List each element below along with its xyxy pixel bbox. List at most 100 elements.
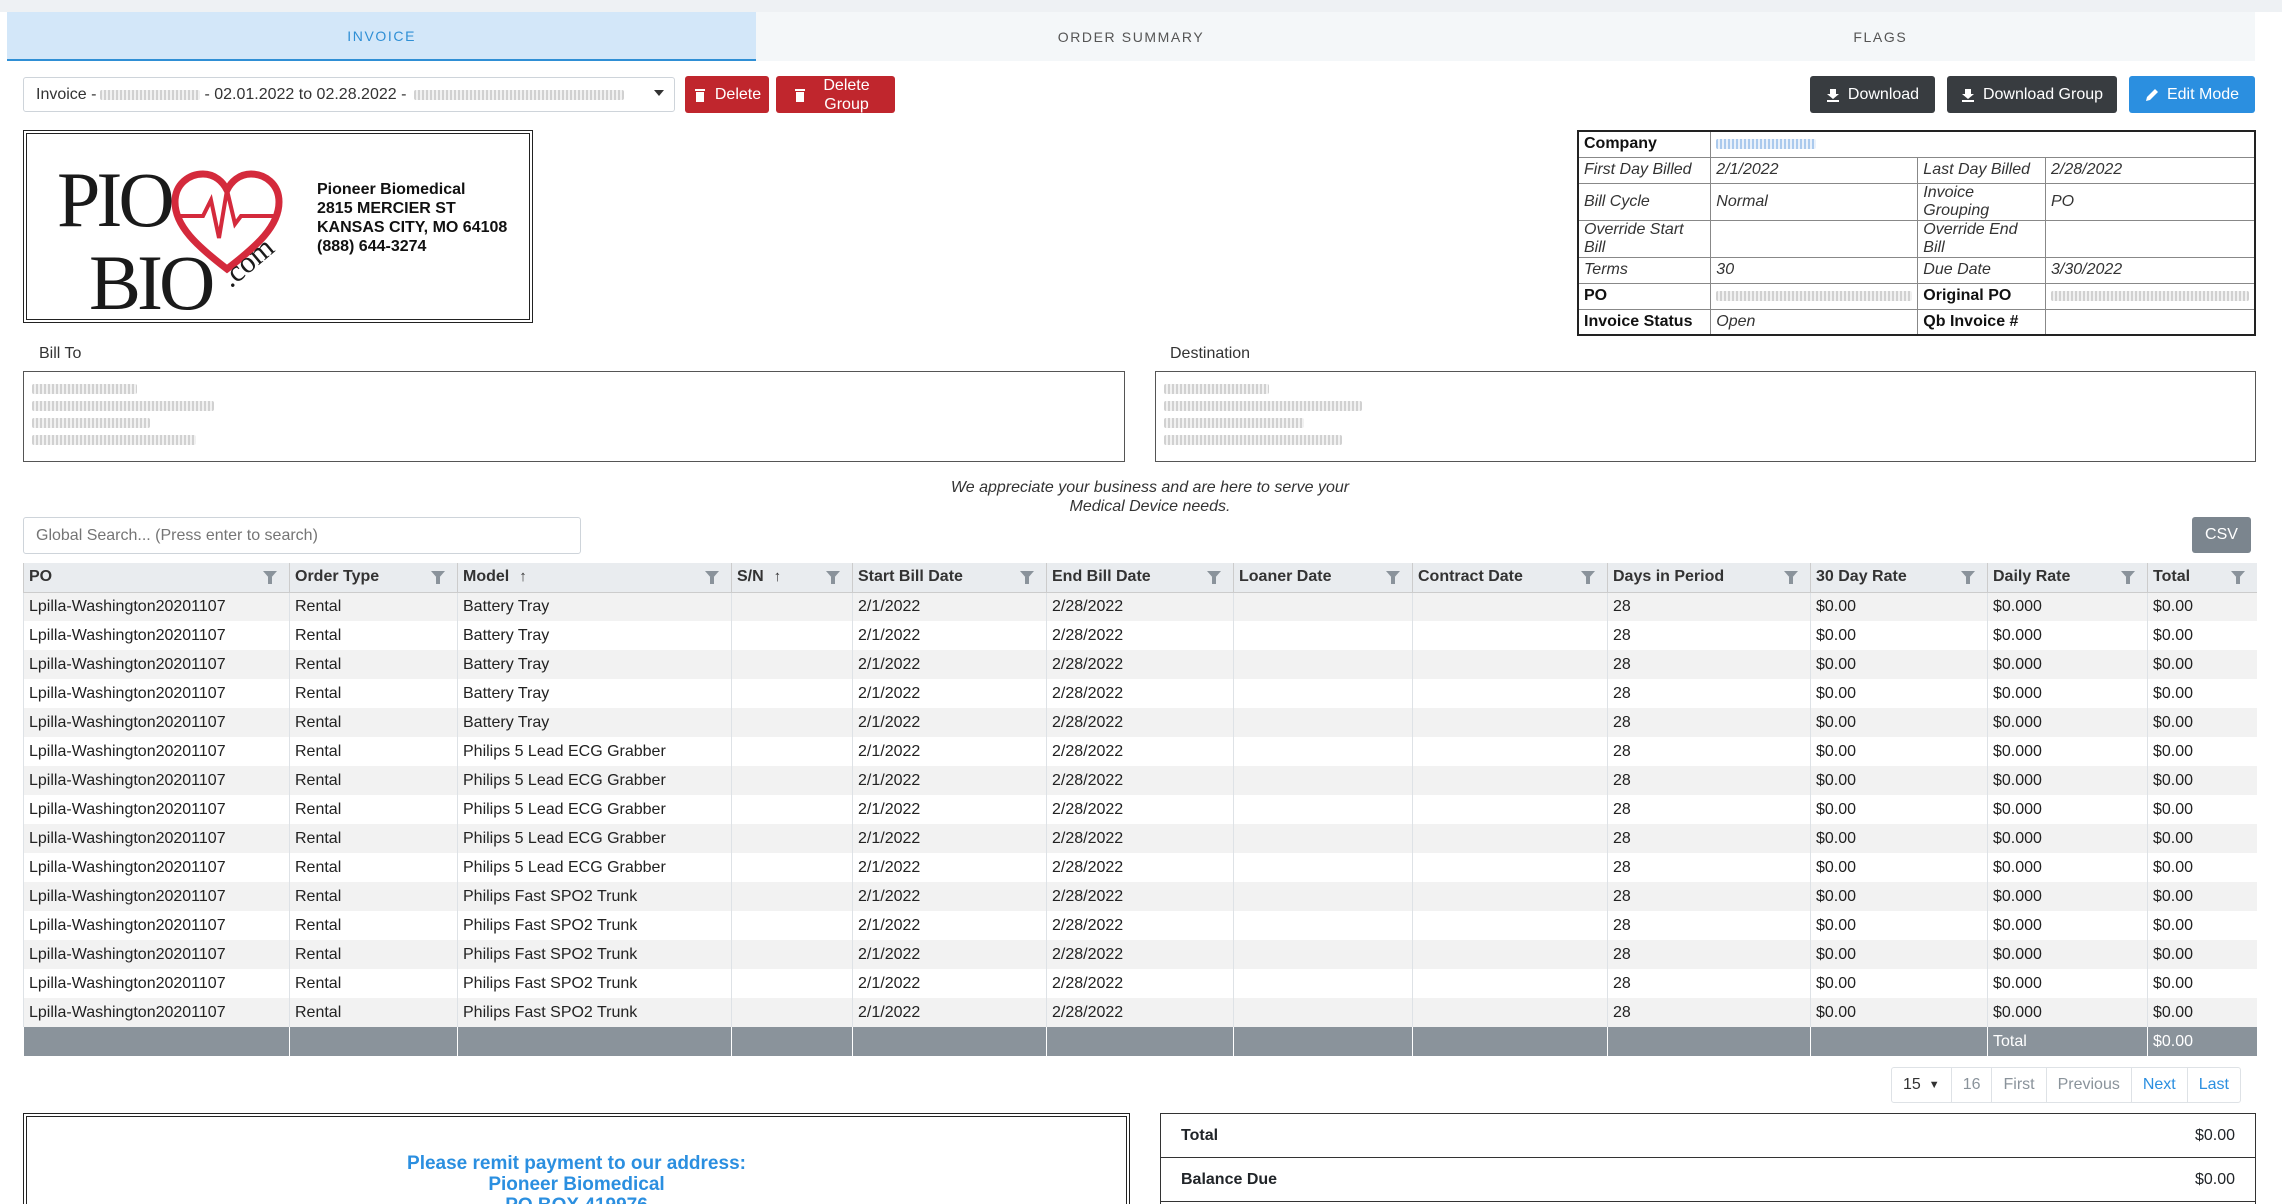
column-header[interactable]: Total (2147, 563, 2257, 593)
table-cell: $0.000 (1987, 824, 2148, 853)
column-header[interactable]: Start Bill Date (852, 563, 1047, 593)
table-row[interactable]: Lpilla-Washington20201107 Rental Philips 5… (23, 766, 2257, 795)
bill-to-box (23, 371, 1125, 462)
table-row[interactable]: Lpilla-Washington20201107 Rental Philips F… (23, 882, 2257, 911)
column-header-label: End Bill Date (1052, 568, 1151, 586)
table-cell: $0.00 (2147, 969, 2257, 998)
table-cell: $0.00 (2147, 998, 2257, 1027)
filter-icon[interactable] (2230, 571, 2245, 584)
table-cell (731, 795, 853, 824)
filter-icon[interactable] (263, 571, 277, 584)
last-page-button[interactable]: Last (2186, 1068, 2240, 1102)
table-cell: Lpilla-Washington20201107 (23, 911, 290, 940)
table-row[interactable]: Lpilla-Washington20201107 Rental Battery T… (23, 679, 2257, 708)
filter-icon[interactable] (1020, 571, 1034, 584)
trash-icon (794, 88, 805, 102)
tab-invoice[interactable]: INVOICE (7, 12, 757, 61)
filter-icon[interactable] (2121, 571, 2135, 584)
invoice-select[interactable]: Invoice - - 02.01.2022 to 02.28.2022 - (23, 77, 675, 112)
table-cell: 2/1/2022 (852, 940, 1047, 969)
column-header[interactable]: Loaner Date (1233, 563, 1413, 593)
column-header[interactable]: End Bill Date (1046, 563, 1234, 593)
table-cell: 2/1/2022 (852, 592, 1047, 621)
table-cell: $0.00 (2147, 911, 2257, 940)
destination-box (1155, 371, 2256, 462)
sort-ascending-icon[interactable]: ↑ (519, 568, 527, 585)
table-row[interactable]: Lpilla-Washington20201107 Rental Battery T… (23, 621, 2257, 650)
table-cell (731, 824, 853, 853)
previous-page-button[interactable]: Previous (2045, 1068, 2131, 1102)
tab-bar: INVOICE ORDER SUMMARY FLAGS (7, 12, 2255, 61)
redacted-text (414, 89, 625, 100)
bill-to-label: Bill To (39, 345, 82, 362)
table-cell (731, 621, 853, 650)
page-size-select[interactable]: 15 ▼ (1892, 1068, 1951, 1102)
table-row[interactable]: Lpilla-Washington20201107 Rental Philips 5… (23, 824, 2257, 853)
filter-icon[interactable] (1207, 571, 1221, 584)
table-cell (1233, 998, 1413, 1027)
table-row[interactable]: Lpilla-Washington20201107 Rental Battery T… (23, 650, 2257, 679)
table-row[interactable]: Lpilla-Washington20201107 Rental Battery T… (23, 592, 2257, 621)
table-cell: $0.00 (2147, 737, 2257, 766)
table-cell: Philips Fast SPO2 Trunk (457, 911, 732, 940)
company-phone: (888) 644-3274 (317, 238, 427, 255)
column-header[interactable]: Order Type (289, 563, 458, 593)
table-cell: Rental (289, 737, 458, 766)
table-cell (1233, 737, 1413, 766)
filter-icon[interactable] (1581, 571, 1595, 584)
table-row[interactable]: Lpilla-Washington20201107 Rental Philips F… (23, 940, 2257, 969)
edit-mode-button[interactable]: Edit Mode (2129, 76, 2255, 113)
table-row[interactable]: Lpilla-Washington20201107 Rental Philips 5… (23, 795, 2257, 824)
column-header-label: Start Bill Date (858, 568, 963, 586)
table-cell (1412, 766, 1608, 795)
column-header[interactable]: Days in Period (1607, 563, 1811, 593)
table-cell: $0.00 (1810, 911, 1988, 940)
tab-order-summary[interactable]: ORDER SUMMARY (756, 12, 1505, 61)
filter-icon[interactable] (1961, 571, 1975, 584)
filter-icon[interactable] (826, 571, 840, 584)
table-cell: 28 (1607, 911, 1811, 940)
column-header[interactable]: S/N ↑ (731, 563, 853, 593)
download-button[interactable]: Download (1810, 76, 1935, 113)
table-row[interactable]: Lpilla-Washington20201107 Rental Philips F… (23, 969, 2257, 998)
table-row[interactable]: Lpilla-Washington20201107 Rental Philips F… (23, 911, 2257, 940)
filter-icon[interactable] (1784, 571, 1798, 584)
download-icon (1826, 88, 1839, 102)
column-header[interactable]: Daily Rate (1987, 563, 2148, 593)
filter-icon[interactable] (431, 571, 445, 584)
download-group-button[interactable]: Download Group (1947, 76, 2117, 113)
table-cell: 28 (1607, 969, 1811, 998)
invoice-info-table: Company First Day Billed 2/1/2022 Last D… (1577, 130, 2256, 336)
column-header[interactable]: Contract Date (1412, 563, 1608, 593)
delete-button[interactable]: Delete (685, 76, 769, 113)
top-strip (0, 0, 2282, 12)
table-row[interactable]: Lpilla-Washington20201107 Rental Philips 5… (23, 853, 2257, 882)
table-cell (1412, 824, 1608, 853)
info-value (1710, 130, 2256, 158)
column-header[interactable]: PO (23, 563, 290, 593)
next-page-button[interactable]: Next (2130, 1068, 2187, 1102)
global-search-input[interactable] (23, 517, 581, 554)
column-header[interactable]: 30 Day Rate (1810, 563, 1988, 593)
first-page-button[interactable]: First (1991, 1068, 2045, 1102)
tab-flags[interactable]: FLAGS (1506, 12, 2255, 61)
table-row[interactable]: Lpilla-Washington20201107 Rental Philips F… (23, 998, 2257, 1027)
info-label: Invoice Status (1577, 308, 1712, 336)
download-group-button-label: Download Group (1982, 85, 2104, 103)
column-header[interactable]: Model ↑ (457, 563, 732, 593)
sort-ascending-icon[interactable]: ↑ (774, 568, 782, 585)
delete-group-button[interactable]: Delete Group (776, 76, 895, 113)
filter-icon[interactable] (705, 571, 719, 584)
filter-icon[interactable] (1386, 571, 1400, 584)
company-street: 2815 MERCIER ST (317, 200, 456, 217)
table-cell (1233, 911, 1413, 940)
table-cell: $0.00 (1810, 708, 1988, 737)
table-cell: $0.000 (1987, 621, 2148, 650)
table-cell: 2/28/2022 (1046, 911, 1234, 940)
table-cell: 2/28/2022 (1046, 998, 1234, 1027)
info-label: First Day Billed (1577, 156, 1712, 184)
table-row[interactable]: Lpilla-Washington20201107 Rental Battery T… (23, 708, 2257, 737)
pagination: 15 ▼ 16 First Previous Next Last (1891, 1067, 2241, 1103)
csv-button[interactable]: CSV (2192, 517, 2251, 553)
table-row[interactable]: Lpilla-Washington20201107 Rental Philips 5… (23, 737, 2257, 766)
